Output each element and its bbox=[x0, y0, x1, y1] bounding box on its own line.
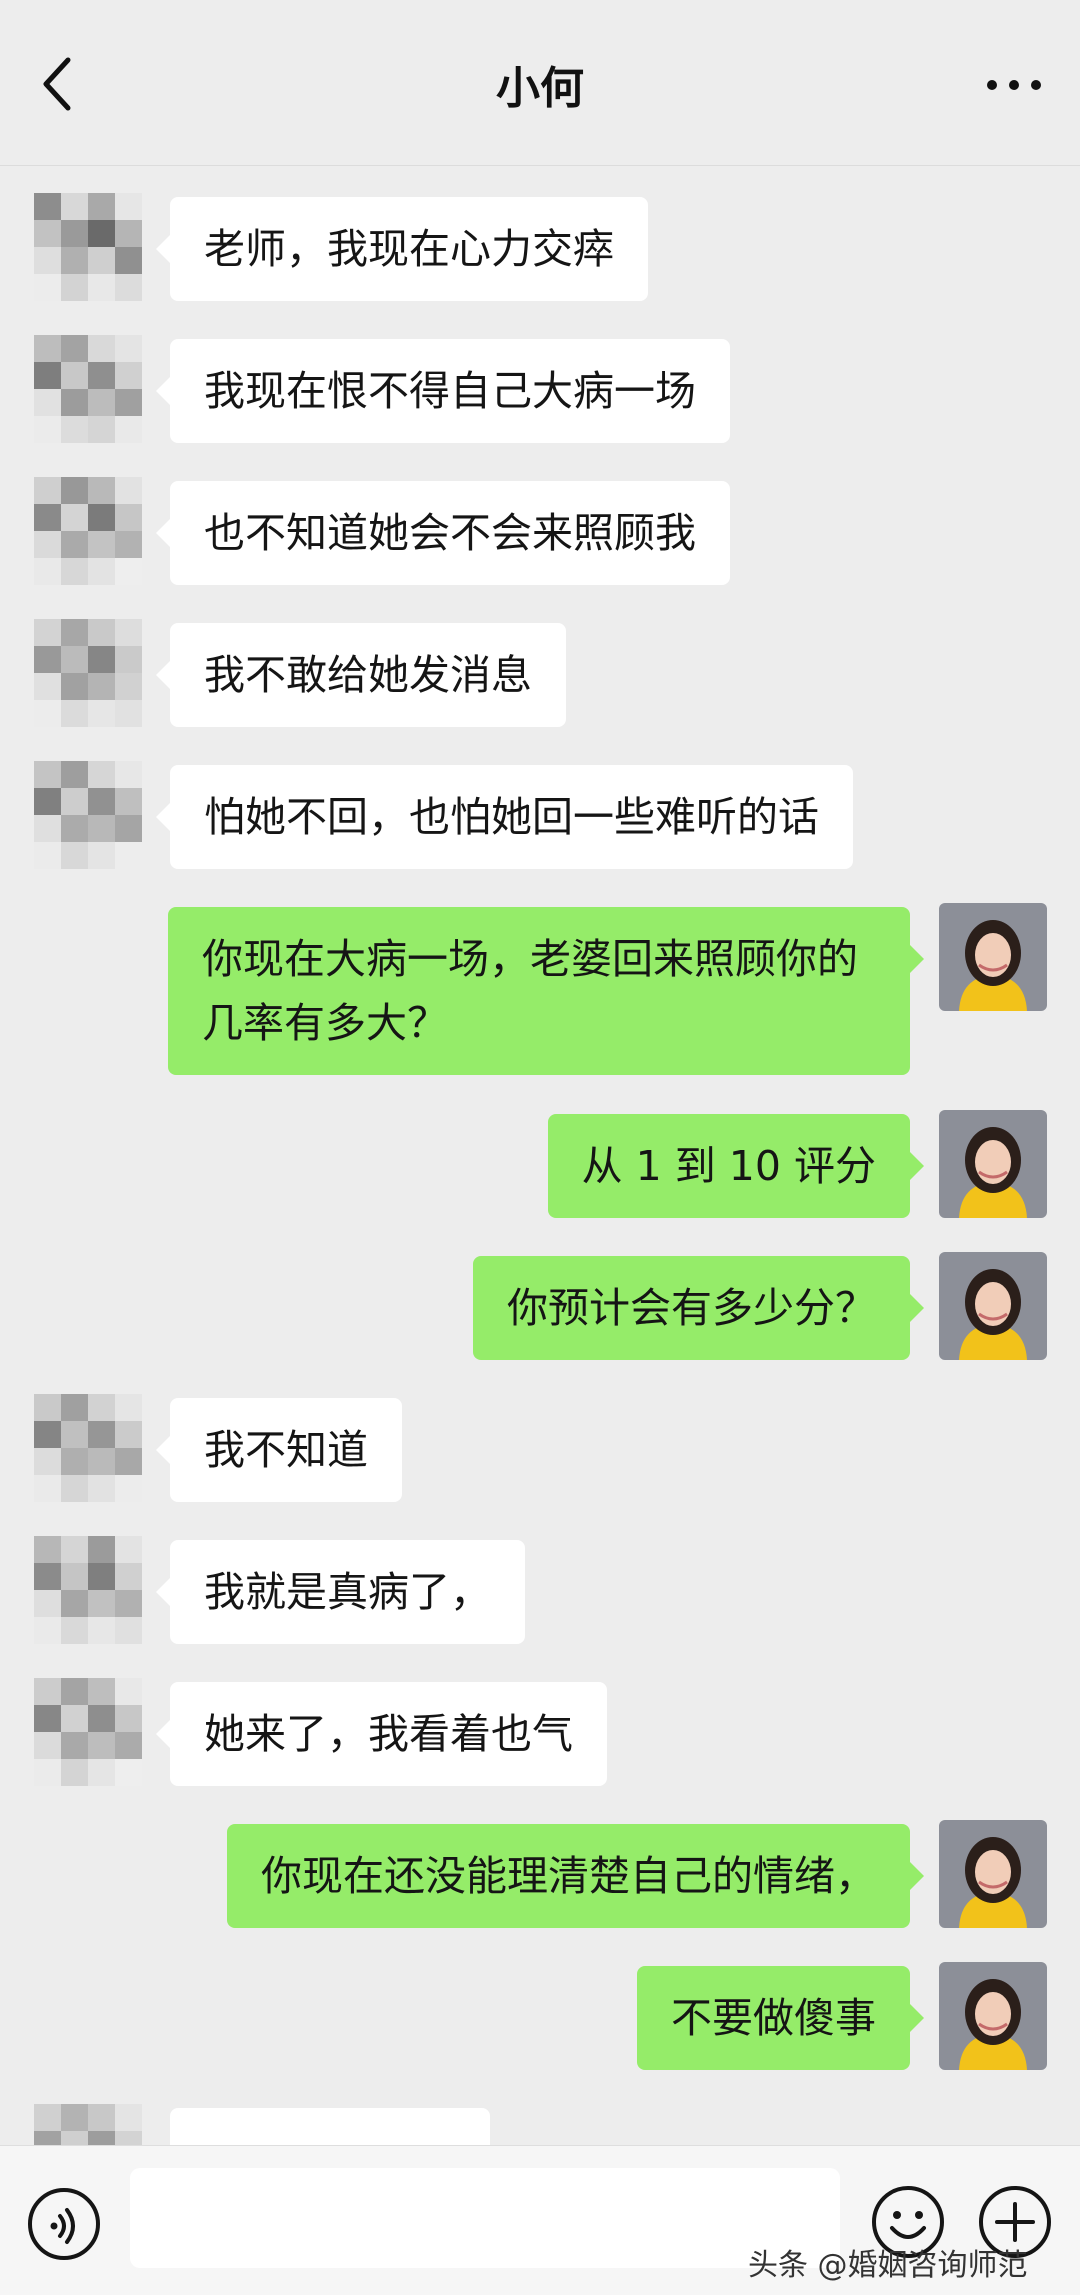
message-row: 我现在恨不得自己大病一场 bbox=[0, 335, 1080, 450]
message-bubble-incoming[interactable]: 我现在恨不得自己大病一场 bbox=[156, 339, 730, 443]
contact-avatar[interactable] bbox=[34, 1536, 142, 1644]
my-avatar[interactable] bbox=[939, 903, 1047, 1011]
message-bubble-outgoing[interactable]: 不要做傻事 bbox=[637, 1966, 924, 2070]
message-row: 她来了，我看着也气 bbox=[0, 1678, 1080, 1793]
message-row: 我就是真病了， bbox=[0, 1536, 1080, 1651]
message-bubble-incoming[interactable]: 老师，我现在心力交瘁 bbox=[156, 197, 648, 301]
contact-avatar[interactable] bbox=[34, 2104, 142, 2145]
watermark-text: 头条 @婚姻咨询师范 bbox=[748, 2248, 1028, 2283]
my-avatar[interactable] bbox=[939, 1110, 1047, 1218]
message-list[interactable]: 老师，我现在心力交瘁 我现在恨不得自己大病一场 也不知道她会不会来照顾我 我不敢… bbox=[0, 165, 1080, 2145]
message-bubble-outgoing[interactable]: 你预计会有多少分？ bbox=[473, 1256, 924, 1360]
message-row: 老师，我现在心力交瘁 bbox=[0, 193, 1080, 308]
message-bubble-outgoing[interactable]: 从 1 到 10 评分 bbox=[547, 1114, 925, 1218]
chat-header: 小何 bbox=[0, 0, 1080, 166]
message-row: 不要做傻事 bbox=[0, 1962, 1080, 2077]
message-row: 你现在还没能理清楚自己的情绪， bbox=[0, 1820, 1080, 1935]
contact-avatar[interactable] bbox=[34, 477, 142, 585]
my-avatar[interactable] bbox=[939, 1252, 1047, 1360]
my-avatar[interactable] bbox=[939, 1962, 1047, 2070]
contact-avatar[interactable] bbox=[34, 761, 142, 869]
contact-avatar[interactable] bbox=[34, 1678, 142, 1786]
message-row: 我不知道 bbox=[0, 1394, 1080, 1509]
contact-avatar[interactable] bbox=[34, 335, 142, 443]
message-row: 从 1 到 10 评分 bbox=[0, 1110, 1080, 1225]
contact-avatar[interactable] bbox=[34, 1394, 142, 1502]
message-bubble-outgoing[interactable]: 你现在大病一场，老婆回来照顾你的几率有多大？ bbox=[168, 907, 924, 1075]
my-avatar[interactable] bbox=[939, 1820, 1047, 1928]
chat-title: 小何 bbox=[496, 63, 584, 114]
message-bubble-incoming[interactable]: 我不敢给她发消息 bbox=[156, 623, 566, 727]
message-bubble-incoming[interactable]: 她来了，我看着也气 bbox=[156, 1682, 607, 1786]
message-row: 也不知道她会不会来照顾我 bbox=[0, 477, 1080, 592]
message-bubble-outgoing[interactable]: 你现在还没能理清楚自己的情绪， bbox=[227, 1824, 924, 1928]
message-bubble-incoming[interactable]: 我不知道 bbox=[156, 1398, 402, 1502]
message-row: 怕她不回，也怕她回一些难听的话 bbox=[0, 761, 1080, 876]
message-row: 我不敢给她发消息 bbox=[0, 619, 1080, 734]
message-bubble-incoming[interactable]: 也不知道她会不会来照顾我 bbox=[156, 481, 730, 585]
voice-icon[interactable] bbox=[24, 2184, 104, 2264]
message-bubble-incoming[interactable] bbox=[170, 2108, 490, 2145]
message-input[interactable] bbox=[130, 2168, 840, 2268]
message-bubble-incoming[interactable]: 我就是真病了， bbox=[156, 1540, 525, 1644]
contact-avatar[interactable] bbox=[34, 193, 142, 301]
more-dots-icon[interactable] bbox=[984, 70, 1044, 100]
message-row: 你预计会有多少分？ bbox=[0, 1252, 1080, 1367]
message-row bbox=[0, 2104, 1080, 2145]
message-bubble-incoming[interactable]: 怕她不回，也怕她回一些难听的话 bbox=[156, 765, 853, 869]
contact-avatar[interactable] bbox=[34, 619, 142, 727]
message-row: 你现在大病一场，老婆回来照顾你的几率有多大？ bbox=[0, 903, 1080, 1083]
